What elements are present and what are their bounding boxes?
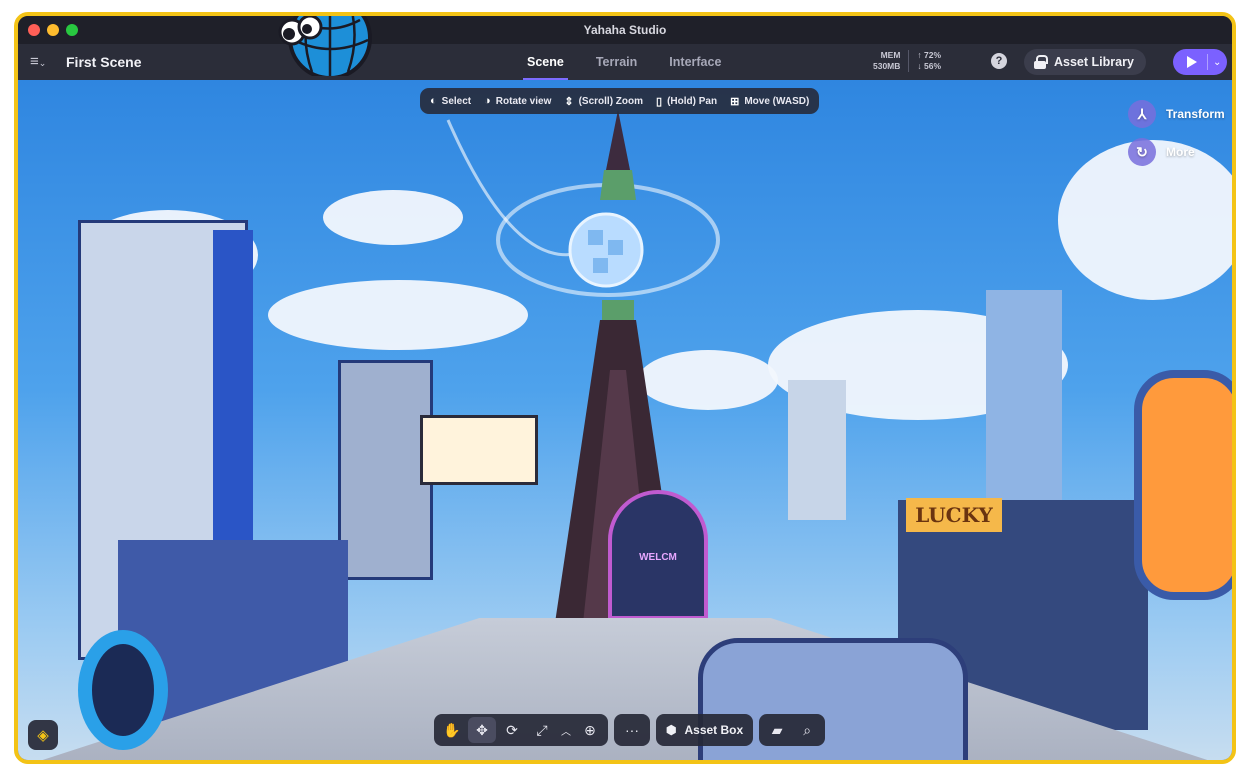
tools-expand-button[interactable]: ︿ bbox=[558, 717, 574, 743]
transform-label: Transform bbox=[1166, 107, 1225, 121]
upload-value: 72% bbox=[924, 50, 942, 60]
hint-pan: ▯ (Hold) Pan bbox=[656, 95, 717, 108]
hint-zoom-label: (Scroll) Zoom bbox=[578, 95, 644, 107]
close-window-button[interactable] bbox=[28, 24, 40, 36]
hint-move: ⊞ Move (WASD) bbox=[730, 95, 809, 108]
hint-select: ◐ Select bbox=[430, 95, 471, 107]
hamburger-icon: ≡ bbox=[30, 53, 39, 70]
main-menu-button[interactable]: ≡⌄ bbox=[30, 53, 46, 70]
transform-tools-group: ✋ ✥ ⟳ ⤢ ︿ ⊕ bbox=[434, 714, 608, 746]
search-icon: ⌕ bbox=[803, 721, 812, 738]
layers-icon: ◈ bbox=[37, 727, 49, 744]
hint-select-label: Select bbox=[441, 95, 472, 107]
mode-tabs: Scene Terrain Interface bbox=[523, 44, 725, 80]
keys-icon: ⊞ bbox=[730, 95, 740, 108]
maximize-window-button[interactable] bbox=[66, 24, 78, 36]
billboard bbox=[420, 415, 538, 485]
chevron-up-icon: ︿ bbox=[561, 726, 571, 738]
move-tool-button[interactable]: ✥ bbox=[468, 717, 496, 743]
play-divider bbox=[1207, 54, 1208, 70]
help-icon[interactable]: ? bbox=[991, 53, 1007, 69]
asset-box-button[interactable]: ⬢ Asset Box bbox=[656, 714, 754, 746]
welcome-sign: WELCM bbox=[623, 550, 693, 566]
mouse-right-icon: ◑ bbox=[484, 95, 491, 107]
scale-tool-button[interactable]: ⤢ bbox=[528, 717, 556, 743]
scene-viewport[interactable]: LUCKY WELCM ◐ Select ◑ Rotate view ⇕ (Sc… bbox=[18, 80, 1232, 760]
scale-icon: ⤢ bbox=[536, 721, 548, 738]
chevron-down-icon: ⌄ bbox=[38, 58, 47, 68]
lucky-sign: LUCKY bbox=[906, 498, 1002, 532]
transform-icon: ⅄ bbox=[1128, 100, 1156, 128]
control-hints-bar: ◐ Select ◑ Rotate view ⇕ (Scroll) Zoom ▯… bbox=[420, 88, 820, 114]
stats-divider bbox=[908, 50, 910, 72]
bottom-toolbar: ✋ ✥ ⟳ ⤢ ︿ ⊕ ··· ⬢ Asset Box ▰ ⌕ bbox=[434, 714, 826, 746]
right-lamp bbox=[1134, 370, 1232, 600]
hand-icon: ✋ bbox=[443, 721, 461, 738]
hint-rotate: ◑ Rotate view bbox=[484, 95, 551, 107]
scene-name[interactable]: First Scene bbox=[66, 54, 141, 70]
rotate-tool-button[interactable]: ⟳ bbox=[498, 717, 526, 743]
yahaha-logo bbox=[278, 16, 372, 76]
app-window: Yahaha Studio ≡⌄ First Scene Scene Terra… bbox=[14, 12, 1236, 764]
hint-move-label: Move (WASD) bbox=[744, 95, 810, 107]
mem-label: MEM bbox=[880, 50, 901, 60]
play-options-chevron-icon[interactable]: ⌄ bbox=[1213, 57, 1221, 68]
tab-terrain[interactable]: Terrain bbox=[592, 44, 641, 80]
minimize-window-button[interactable] bbox=[47, 24, 59, 36]
layers-button[interactable]: ◈ bbox=[28, 720, 58, 750]
play-button[interactable]: ⌄ bbox=[1173, 49, 1227, 75]
folder-icon: ▰ bbox=[771, 721, 783, 738]
mouse-middle-icon: ▯ bbox=[656, 95, 663, 108]
title-bar: Yahaha Studio bbox=[18, 16, 1232, 44]
asset-box-label: Asset Box bbox=[684, 723, 744, 737]
play-icon bbox=[1187, 56, 1197, 68]
crosshair-icon: ⊕ bbox=[584, 721, 596, 738]
hand-tool-button[interactable]: ✋ bbox=[438, 717, 466, 743]
mouse-scroll-icon: ⇕ bbox=[564, 95, 574, 108]
more-tool[interactable]: ↻ More bbox=[1128, 138, 1195, 166]
pivot-tool-button[interactable]: ⊕ bbox=[576, 717, 604, 743]
mem-value: 530MB bbox=[873, 61, 901, 71]
window-controls bbox=[28, 24, 78, 36]
file-search-group: ▰ ⌕ bbox=[759, 714, 826, 746]
transform-tool[interactable]: ⅄ Transform bbox=[1128, 100, 1225, 128]
rotate-icon: ⟳ bbox=[506, 721, 518, 738]
top-toolbar: ≡⌄ First Scene Scene Terrain Interface M… bbox=[18, 44, 1232, 80]
mouse-left-icon: ◐ bbox=[430, 95, 437, 107]
hint-pan-label: (Hold) Pan bbox=[667, 95, 718, 107]
folder-button[interactable]: ▰ bbox=[763, 717, 791, 743]
more-options-group: ··· bbox=[614, 714, 650, 746]
hint-zoom: ⇕ (Scroll) Zoom bbox=[564, 95, 643, 108]
tab-scene[interactable]: Scene bbox=[523, 44, 568, 80]
left-mid-building bbox=[338, 360, 433, 580]
lock-icon bbox=[1034, 55, 1048, 69]
asset-library-button[interactable]: Asset Library bbox=[1024, 49, 1146, 75]
search-button[interactable]: ⌕ bbox=[793, 717, 821, 743]
left-foreground-wheel bbox=[78, 630, 168, 750]
cube-icon: ⬢ bbox=[666, 723, 677, 737]
performance-stats: MEM 530MB ↑ 72% ↓ 56% bbox=[873, 50, 941, 72]
more-options-button[interactable]: ··· bbox=[618, 717, 646, 743]
hint-rotate-label: Rotate view bbox=[495, 95, 552, 107]
more-label: More bbox=[1166, 145, 1195, 159]
window-title: Yahaha Studio bbox=[583, 23, 667, 37]
more-icon: ↻ bbox=[1128, 138, 1156, 166]
asset-library-label: Asset Library bbox=[1054, 55, 1134, 69]
right-distant-tower bbox=[788, 380, 846, 520]
ellipsis-icon: ··· bbox=[625, 722, 639, 738]
download-value: 56% bbox=[924, 61, 942, 71]
tab-interface[interactable]: Interface bbox=[665, 44, 725, 80]
move-icon: ✥ bbox=[476, 721, 488, 738]
